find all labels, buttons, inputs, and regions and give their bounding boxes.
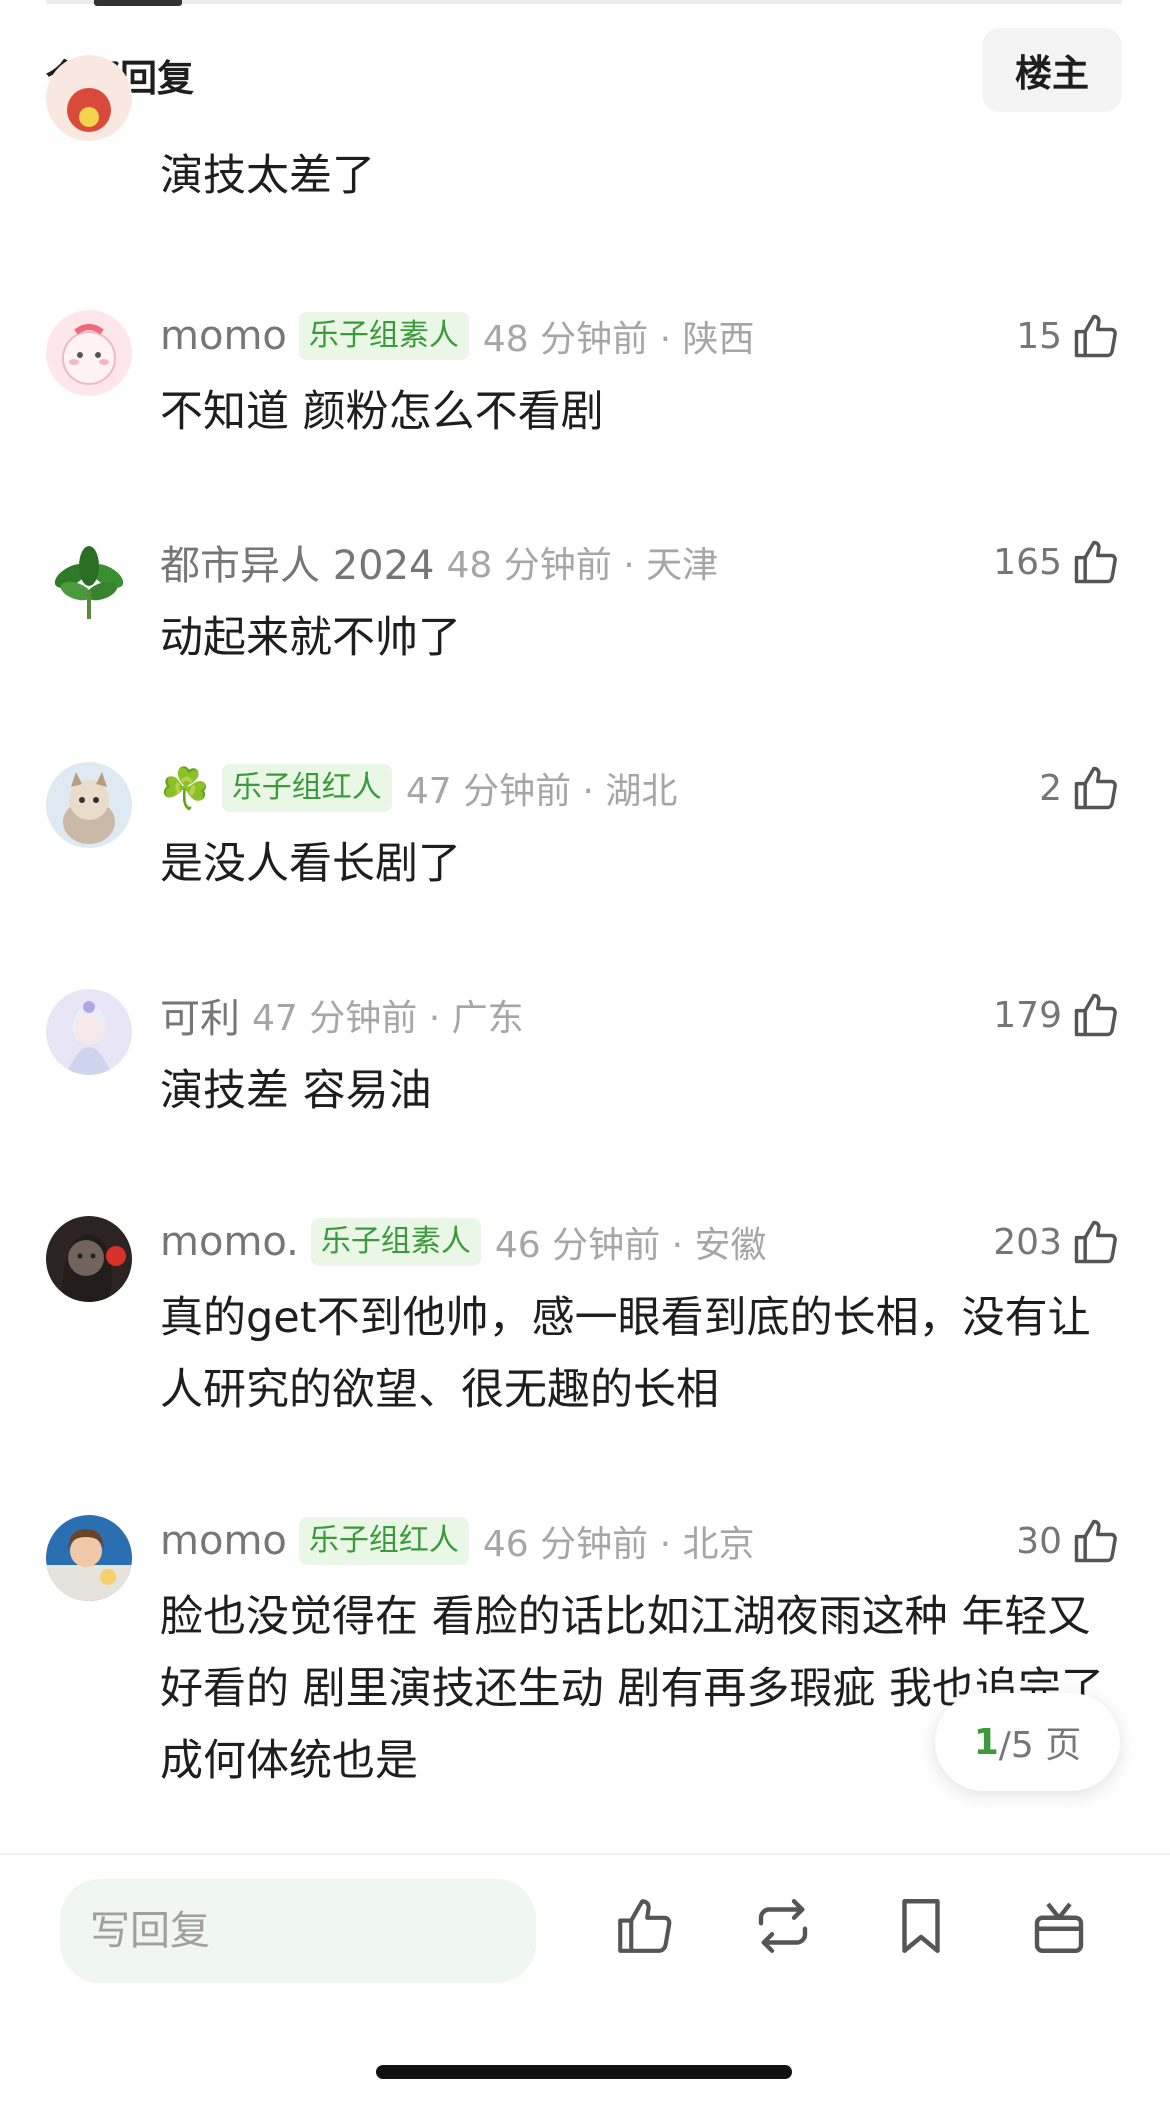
current-page: 1 bbox=[973, 1721, 999, 1763]
total-pages: /5 页 bbox=[998, 1725, 1082, 1766]
bookmark-icon bbox=[902, 1899, 940, 1953]
host-only-button[interactable]: 楼主 bbox=[982, 28, 1122, 112]
thumbs-up-icon bbox=[1074, 540, 1117, 584]
thumbs-up-icon bbox=[1074, 1220, 1117, 1264]
like-button[interactable]: 179 bbox=[993, 987, 1122, 1043]
comment-text: 演技太差了 bbox=[160, 151, 375, 201]
like-count: 179 bbox=[993, 994, 1062, 1036]
comment-meta: 可利 47 分钟前 · 广东 bbox=[160, 987, 524, 1043]
tab-indicator bbox=[94, 0, 182, 6]
repost-button[interactable] bbox=[750, 1893, 816, 1959]
timestamp-location: 48 分钟前 · 陕西 bbox=[482, 319, 755, 360]
page-indicator[interactable]: 1 /5 页 bbox=[935, 1693, 1120, 1791]
reply-input[interactable] bbox=[60, 1879, 536, 1983]
username[interactable]: 都市异人 2024 bbox=[160, 533, 435, 591]
comment-meta: 都市异人 2024 48 分钟前 · 天津 bbox=[160, 534, 718, 590]
user-badge: 乐子组红人 bbox=[221, 764, 392, 812]
comment-text: 动起来就不帅了 bbox=[160, 613, 461, 663]
like-button[interactable]: 30 bbox=[1016, 1513, 1122, 1569]
user-badge: 乐子组素人 bbox=[310, 1218, 481, 1266]
avatar[interactable] bbox=[46, 989, 132, 1075]
username[interactable]: momo bbox=[160, 313, 287, 359]
like-button[interactable]: 15 bbox=[1016, 308, 1122, 364]
like-button[interactable]: 203 bbox=[993, 1214, 1122, 1270]
comment-text: 不知道 颜粉怎么不看剧 bbox=[160, 387, 604, 437]
thumbs-up-icon bbox=[1074, 993, 1117, 1037]
thumbs-up-icon bbox=[1074, 1519, 1117, 1563]
repost-icon bbox=[758, 1899, 808, 1953]
username[interactable]: 可利 bbox=[160, 986, 240, 1044]
timestamp-location: 46 分钟前 · 北京 bbox=[482, 1524, 755, 1565]
comment-meta: momo 乐子组红人 46 分钟前 · 北京 bbox=[160, 1513, 754, 1569]
timestamp-location: 47 分钟前 · 湖北 bbox=[405, 771, 678, 812]
like-button[interactable]: 2 bbox=[1039, 760, 1122, 816]
comment-meta: momo 乐子组素人 48 分钟前 · 陕西 bbox=[160, 308, 754, 364]
user-badge: 乐子组红人 bbox=[298, 1517, 469, 1565]
gift-icon bbox=[1034, 1902, 1084, 1953]
thumbs-up-icon bbox=[1074, 314, 1117, 358]
avatar[interactable] bbox=[46, 536, 132, 622]
bottom-action-bar bbox=[0, 1853, 1170, 2114]
timestamp-location: 47 分钟前 · 广东 bbox=[252, 998, 524, 1039]
avatar[interactable] bbox=[46, 1515, 132, 1601]
username[interactable]: momo bbox=[160, 1518, 287, 1564]
user-badge: 乐子组素人 bbox=[298, 312, 469, 360]
thumbs-up-icon bbox=[618, 1899, 672, 1953]
avatar[interactable] bbox=[46, 55, 132, 141]
like-count: 15 bbox=[1016, 315, 1062, 357]
avatar[interactable] bbox=[46, 310, 132, 396]
avatar[interactable] bbox=[46, 1216, 132, 1302]
like-count: 165 bbox=[993, 541, 1062, 583]
comment-text: 真的get不到他帅，感一眼看到底的长相，没有让人研究的欲望、很无趣的长相 bbox=[160, 1293, 1091, 1415]
top-divider bbox=[46, 0, 1122, 4]
thumbs-up-icon bbox=[1074, 766, 1117, 810]
comment-meta: momo. 乐子组素人 46 分钟前 · 安徽 bbox=[160, 1214, 766, 1270]
username[interactable]: ☘️ bbox=[160, 765, 210, 812]
bookmark-button[interactable] bbox=[888, 1893, 954, 1959]
comment-text: 是没人看长剧了 bbox=[160, 839, 461, 889]
like-button[interactable]: 165 bbox=[993, 534, 1122, 590]
home-indicator bbox=[376, 2065, 792, 2079]
comment-text: 演技差 容易油 bbox=[160, 1066, 432, 1116]
username[interactable]: momo. bbox=[160, 1219, 299, 1265]
like-post-button[interactable] bbox=[612, 1893, 678, 1959]
replies-header: 全部回复 楼主 bbox=[46, 28, 1122, 112]
timestamp-location: 46 分钟前 · 安徽 bbox=[494, 1225, 767, 1266]
avatar[interactable] bbox=[46, 762, 132, 848]
like-count: 2 bbox=[1039, 767, 1062, 809]
timestamp-location: 48 分钟前 · 天津 bbox=[446, 545, 719, 586]
gift-button[interactable] bbox=[1026, 1893, 1092, 1959]
like-count: 30 bbox=[1016, 1520, 1062, 1562]
like-count: 203 bbox=[993, 1221, 1062, 1263]
comment-meta: ☘️ 乐子组红人 47 分钟前 · 湖北 bbox=[160, 760, 677, 816]
